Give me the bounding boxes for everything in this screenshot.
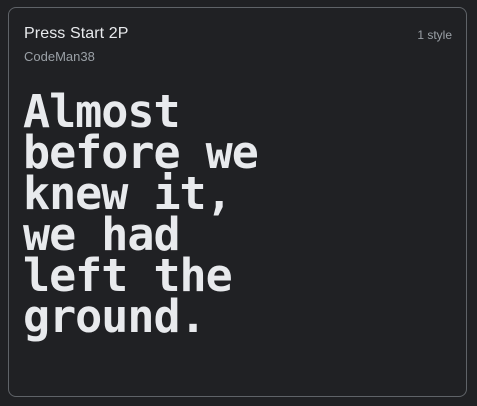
font-name: Press Start 2P <box>24 25 129 42</box>
style-count: 1 style <box>417 28 452 42</box>
designer-name: CodeMan38 <box>24 49 95 64</box>
sample-text-preview: Almost before we knew it, we had left the gro… <box>23 89 458 343</box>
preview-line: ground. <box>23 290 207 343</box>
font-card[interactable]: Press Start 2P 1 style CodeMan38 Almost b… <box>8 7 467 397</box>
